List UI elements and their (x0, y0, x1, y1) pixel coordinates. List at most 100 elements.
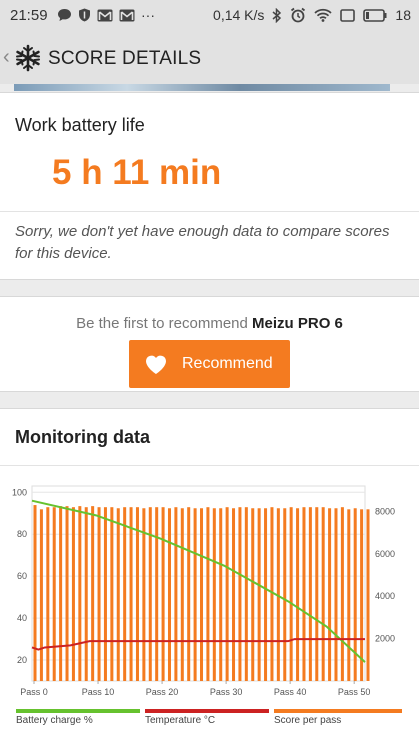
score-bar (84, 507, 88, 681)
score-bar (180, 508, 184, 681)
divider (0, 211, 419, 212)
x-tick-label: Pass 50 (338, 687, 371, 697)
legend-item: Score per pass (274, 709, 402, 726)
score-bar (219, 508, 223, 681)
chevron-left-icon[interactable]: ‹ (3, 46, 10, 69)
score-bar (347, 509, 351, 681)
score-bar (46, 507, 50, 681)
monitoring-heading: Monitoring data (15, 427, 150, 447)
x-tick-label: Pass 40 (274, 687, 307, 697)
score-bar (52, 507, 56, 681)
score-bar (206, 507, 210, 681)
score-bar (65, 506, 69, 681)
score-bar (270, 507, 274, 681)
monitoring-card: Monitoring data 100 80 60 40 20 8000 6000 4000 2… (0, 408, 419, 745)
score-bar (161, 507, 165, 681)
battery-life-card: Work battery life 5 h 11 min Sorry, we d… (0, 92, 419, 280)
legend-item: Battery charge % (16, 709, 140, 726)
x-tick-label: Pass 10 (82, 687, 115, 697)
score-bar (78, 506, 82, 681)
chart-legend: Battery charge % Temperature °C Score per … (0, 709, 419, 739)
legend-label: Score per pass (274, 715, 342, 726)
gmail-icon (119, 9, 135, 21)
legend-item: Temperature °C (145, 709, 269, 726)
score-bar (315, 507, 319, 681)
score-bar (71, 507, 75, 681)
score-bar (283, 508, 287, 681)
battery-life-value: 5 h 11 min (52, 153, 222, 192)
score-bar (232, 508, 236, 681)
score-bar (167, 508, 171, 681)
score-bar (142, 508, 146, 681)
score-bar (200, 508, 204, 681)
score-bar (155, 507, 159, 681)
score-bar (123, 507, 127, 681)
y-left-tick-label: 40 (17, 613, 27, 623)
app-bar: ‹ SCORE DETAILS (0, 32, 419, 84)
x-tick-label: Pass 30 (210, 687, 243, 697)
gmail-icon (97, 9, 113, 21)
score-bar (264, 508, 268, 681)
score-bar (340, 507, 344, 681)
score-bar (135, 507, 139, 681)
score-bar (212, 508, 216, 681)
score-bar (103, 507, 107, 681)
battery-life-label: Work battery life (15, 115, 145, 135)
battery-level: 18 (395, 7, 411, 23)
x-tick-label: Pass 20 (146, 687, 179, 697)
score-bar (360, 509, 364, 681)
y-left-tick-label: 20 (17, 655, 27, 665)
y-left-tick-label: 100 (12, 487, 27, 497)
score-bar (289, 507, 293, 681)
legend-swatch (16, 709, 140, 713)
score-bar (174, 507, 178, 681)
comparison-notice: Sorry, we don't yet have enough data to … (15, 223, 390, 262)
score-bar (225, 507, 229, 681)
score-bar (244, 507, 248, 681)
monitoring-chart: 100 80 60 40 20 8000 6000 4000 2000 Pass 0 Pass 10… (12, 485, 395, 697)
device-name: Meizu PRO 6 (252, 315, 343, 332)
score-bar (193, 508, 197, 681)
chat-icon (58, 9, 71, 21)
battery-icon (363, 8, 387, 22)
legend-swatch (145, 709, 269, 713)
score-bar (238, 507, 242, 681)
wifi-icon (314, 8, 333, 22)
score-bar (187, 507, 191, 681)
y-left-tick-label: 60 (17, 571, 27, 581)
score-bar (129, 507, 133, 681)
recommend-card: Be the first to recommend Meizu PRO 6 Re… (0, 296, 419, 392)
score-bar (59, 506, 63, 681)
alarm-icon (291, 7, 306, 23)
score-bar (321, 507, 325, 681)
score-bar (328, 508, 332, 681)
score-bar (366, 509, 370, 681)
score-bar (257, 508, 261, 681)
score-bar (91, 506, 95, 681)
score-bar (97, 507, 101, 681)
score-bar (334, 508, 338, 681)
recommend-prompt-text: Be the first to recommend (76, 315, 248, 332)
x-tick-label: Pass 0 (20, 687, 48, 697)
score-bar (251, 508, 255, 681)
page-title: SCORE DETAILS (48, 48, 202, 69)
legend-label: Temperature °C (145, 715, 216, 726)
y-right-tick-label: 4000 (375, 591, 395, 601)
notification-icons: ··· (57, 8, 155, 22)
device-banner-image (14, 84, 390, 91)
y-right-tick-label: 8000 (375, 506, 395, 516)
score-bar (110, 507, 114, 681)
status-bar: 21:59 ··· 0,14 K/s 18 (0, 0, 419, 32)
3dmark-snowflake-icon[interactable] (14, 44, 42, 72)
recommend-prompt: Be the first to recommend Meizu PRO 6 (0, 315, 419, 332)
y-left-tick-label: 80 (17, 529, 27, 539)
plot-area (31, 485, 366, 682)
network-speed: 0,14 K/s (213, 7, 265, 23)
score-bar (39, 509, 43, 681)
shield-icon (79, 8, 90, 22)
score-bar (33, 505, 37, 681)
recommend-button[interactable]: Recommend (129, 340, 290, 388)
y-right-tick-label: 6000 (375, 549, 395, 559)
recommend-button-label: Recommend (182, 355, 273, 372)
sim-icon (340, 8, 356, 22)
